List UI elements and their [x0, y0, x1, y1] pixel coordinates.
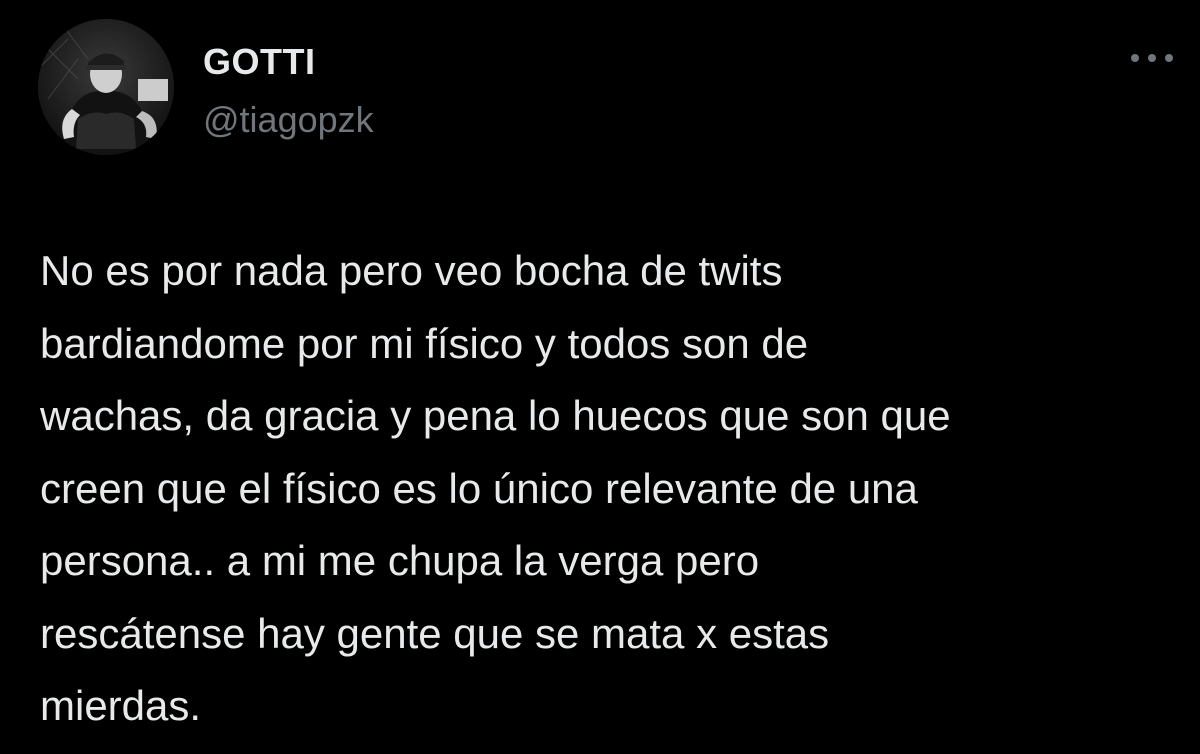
display-name[interactable]: GOTTI	[203, 40, 316, 84]
avatar[interactable]	[38, 19, 174, 155]
avatar-image	[38, 19, 174, 155]
tweet-card: GOTTI @tiagopzk No es por nada pero veo …	[0, 0, 1200, 754]
user-handle[interactable]: @tiagopzk	[203, 98, 374, 142]
more-options-button[interactable]	[1124, 40, 1180, 76]
tweet-text: No es por nada pero veo bocha de twits b…	[40, 247, 951, 729]
more-horizontal-icon	[1129, 52, 1175, 64]
